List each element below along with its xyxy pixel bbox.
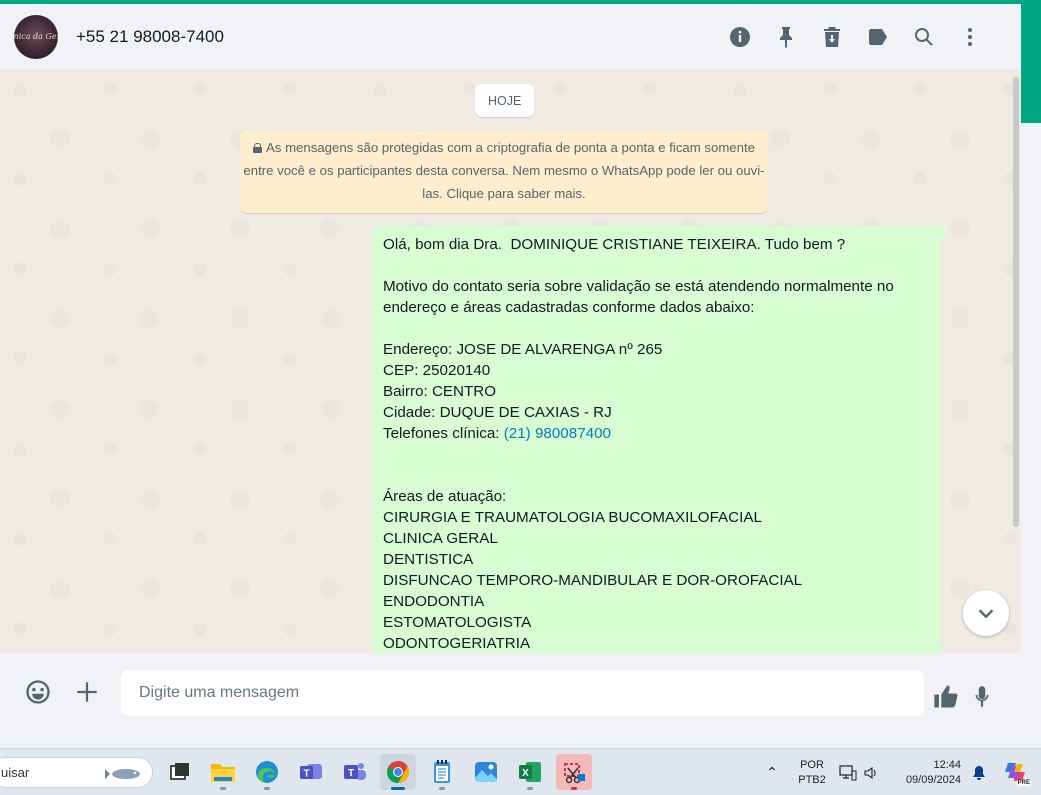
area-item: DENTISTICA xyxy=(383,551,474,568)
avatar-logo-text: Clínica da Gente xyxy=(14,32,58,41)
contact-name[interactable]: +55 21 98008-7400 xyxy=(76,27,224,47)
message-input[interactable] xyxy=(121,670,924,716)
taskbar-search-text: uisar xyxy=(1,765,30,780)
teams-work-icon[interactable]: T xyxy=(337,754,373,790)
right-accent-bar xyxy=(1021,0,1041,123)
area-item: CLINICA GERAL xyxy=(383,530,498,547)
language-code: POR xyxy=(800,758,824,771)
encryption-notice-text: As mensagens são protegidas com a cripto… xyxy=(243,140,765,201)
composer-bar xyxy=(0,653,1021,727)
svg-text:T: T xyxy=(303,769,309,780)
system-tray: ⌃ POR PTB2 12:44 09/09/2024 PRE xyxy=(763,749,1031,795)
microphone-icon[interactable] xyxy=(966,681,998,713)
volume-icon[interactable] xyxy=(863,765,879,781)
outgoing-message[interactable]: Olá, bom dia Dra. DOMINIQUE CRISTIANE TE… xyxy=(373,226,949,653)
message-phone: Telefones clínica: (21) 980087400 xyxy=(383,423,931,444)
thumbs-up-icon[interactable] xyxy=(930,681,962,713)
pin-icon[interactable] xyxy=(763,17,809,57)
taskbar-search-box[interactable]: uisar xyxy=(0,757,153,788)
menu-icon[interactable] xyxy=(947,17,993,57)
lock-icon xyxy=(253,143,263,153)
chevron-up-icon[interactable]: ⌃ xyxy=(763,764,781,781)
svg-text:X: X xyxy=(522,768,529,779)
encryption-notice[interactable]: As mensagens são protegidas com a cripto… xyxy=(240,131,768,213)
chat-scrollbar[interactable] xyxy=(1013,77,1019,527)
svg-text:T: T xyxy=(348,768,354,779)
whatsapp-window: Clínica da Gente +55 21 98008-7400 xyxy=(0,4,1021,727)
excel-icon[interactable]: X xyxy=(512,754,548,790)
clock-date: 09/09/2024 xyxy=(905,773,961,786)
message-cep: CEP: 25020140 xyxy=(383,362,491,379)
clock[interactable]: 12:44 09/09/2024 xyxy=(897,758,961,788)
area-item: CIRURGIA E TRAUMATOLOGIA BUCOMAXILOFACIA… xyxy=(383,509,762,526)
notepad-icon[interactable] xyxy=(424,754,460,790)
area-item: ENDODONTIA xyxy=(383,593,485,610)
teams-icon[interactable]: T xyxy=(293,754,329,790)
snipping-tool-icon[interactable] xyxy=(556,754,592,790)
chevron-down-icon xyxy=(978,609,994,619)
areas-title: Áreas de atuação: xyxy=(383,488,507,505)
date-chip: HOJE xyxy=(475,84,535,117)
search-highlight-icon xyxy=(105,769,140,779)
message-cidade: Cidade: DUQUE DE CAXIAS - RJ xyxy=(383,404,612,421)
windows-taskbar: uisar T T X ⌃ POR PTB2 12:44 09/09/2024 … xyxy=(0,748,1041,795)
area-item: DISFUNCAO TEMPORO-MANDIBULAR E DOR-OROFA… xyxy=(383,572,803,589)
language-indicator[interactable]: POR PTB2 xyxy=(797,758,827,788)
photos-icon[interactable] xyxy=(468,754,504,790)
attach-plus-icon[interactable] xyxy=(71,676,103,708)
scroll-down-button[interactable] xyxy=(963,590,1009,636)
message-greeting: Olá, bom dia Dra. DOMINIQUE CRISTIANE TE… xyxy=(383,236,846,253)
network-icon[interactable] xyxy=(839,764,857,781)
chat-panel[interactable]: HOJE As mensagens são protegidas com a c… xyxy=(0,69,1021,653)
clock-time: 12:44 xyxy=(933,758,961,771)
chrome-icon[interactable] xyxy=(380,754,416,790)
keyboard-layout: PTB2 xyxy=(798,773,826,786)
area-item: ESTOMATOLOGISTA xyxy=(383,614,532,631)
avatar[interactable]: Clínica da Gente xyxy=(14,14,58,59)
chat-header: Clínica da Gente +55 21 98008-7400 xyxy=(0,4,1021,69)
header-actions xyxy=(717,4,993,69)
phone-link[interactable]: (21) 980087400 xyxy=(504,425,611,442)
delete-icon[interactable] xyxy=(809,17,855,57)
copilot-badge: PRE xyxy=(1016,779,1031,786)
task-view-icon[interactable] xyxy=(162,754,198,790)
label-icon[interactable] xyxy=(855,17,901,57)
search-icon[interactable] xyxy=(901,17,947,57)
phone-label: Telefones clínica: xyxy=(383,425,504,442)
edge-browser-icon[interactable] xyxy=(249,754,285,790)
message-bairro: Bairro: CENTRO xyxy=(383,383,497,400)
copilot-icon[interactable]: PRE xyxy=(1003,760,1031,786)
message-address: Endereço: JOSE DE ALVARENGA nº 265 xyxy=(383,341,663,358)
message-motive: Motivo do contato seria sobre validação … xyxy=(383,278,899,316)
notification-bell-icon[interactable] xyxy=(971,765,987,781)
window-bottom-strip xyxy=(0,727,1041,748)
file-explorer-icon[interactable] xyxy=(205,754,241,790)
info-icon[interactable] xyxy=(717,17,763,57)
area-item: ODONTOGERIATRIA xyxy=(383,635,531,652)
emoji-icon[interactable] xyxy=(22,676,54,708)
